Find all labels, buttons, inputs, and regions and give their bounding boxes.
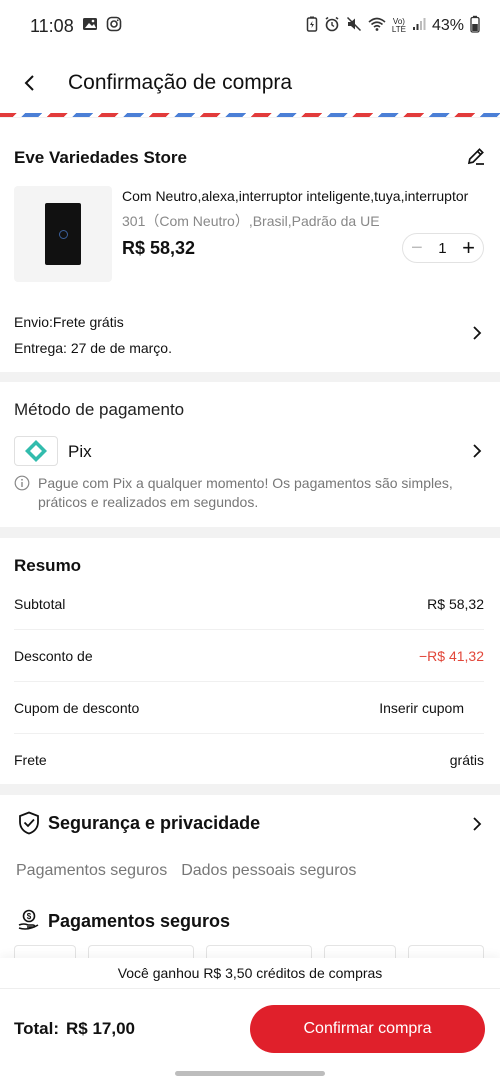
smart-switch-image: [45, 203, 81, 265]
quantity-decrease-button[interactable]: −: [411, 238, 423, 258]
quantity-value: 1: [438, 239, 447, 257]
alarm-icon: [324, 16, 340, 37]
header: Confirmação de compra: [0, 52, 500, 114]
secure-data-tag: Dados pessoais seguros: [181, 862, 357, 879]
confirm-purchase-button[interactable]: Confirmar compra: [250, 1005, 485, 1053]
shipping-fee-row: Frete grátis: [14, 734, 484, 786]
chevron-right-icon[interactable]: [472, 817, 482, 836]
summary-title: Resumo: [14, 556, 82, 575]
coupon-row[interactable]: Cupom de desconto Inserir cupom: [14, 682, 484, 734]
security-tags: Pagamentos seguros Dados pessoais seguro…: [16, 862, 356, 880]
delivery-date: Entrega: 27 de de março.: [14, 340, 172, 356]
discount-value: −R$ 41,32: [419, 647, 484, 664]
gallery-icon: [82, 16, 98, 37]
secure-payment-hand-icon: $: [18, 909, 40, 936]
status-time: 11:08: [30, 15, 74, 36]
volte-lte-icon: Vo) LTE: [392, 18, 406, 34]
pix-logo-icon: [14, 436, 58, 466]
quantity-stepper: − 1 +: [402, 233, 484, 263]
total-label: Total:: [14, 1019, 60, 1038]
coupon-label: Cupom de desconto: [14, 699, 140, 716]
home-indicator[interactable]: [175, 1071, 325, 1076]
product-title[interactable]: Com Neutro,alexa,interruptor inteligente…: [122, 188, 484, 204]
payment-method-title: Método de pagamento: [14, 400, 185, 419]
battery-icon: [470, 15, 480, 38]
insert-coupon-link[interactable]: Inserir cupom: [379, 700, 464, 716]
store-card: Eve Variedades Store Com Neutro,alexa,in…: [0, 118, 500, 372]
shipping-fee-value: grátis: [449, 752, 484, 768]
discount-label: Desconto de: [14, 647, 93, 664]
instagram-icon: [106, 16, 122, 37]
credits-text: Você ganhou R$ 3,50 créditos de compras: [117, 965, 383, 981]
status-left: 11:08: [30, 16, 122, 37]
product-price: R$ 58,32: [122, 238, 196, 258]
info-icon: [14, 475, 30, 496]
shipping-option-row[interactable]: Envio:Frete grátis Entrega: 27 de de mar…: [0, 306, 500, 364]
pix-info-text: Pague com Pix a qualquer momento! Os pag…: [38, 475, 453, 510]
security-title[interactable]: Segurança e privacidade: [48, 813, 260, 834]
signal-icon: [412, 17, 426, 36]
credits-banner: Você ganhou R$ 3,50 créditos de compras: [0, 958, 500, 988]
wifi-icon: [368, 16, 386, 37]
checkout-footer: Total: R$ 17,00 Confirmar compra: [0, 988, 500, 1083]
svg-text:$: $: [27, 912, 32, 921]
total-value: R$ 17,00: [66, 1019, 135, 1038]
page-title: Confirmação de compra: [68, 71, 293, 94]
pix-label: Pix: [68, 442, 92, 461]
status-bar: 11:08 Vo) LTE 43%: [0, 0, 500, 52]
payment-method-pix-row[interactable]: Pix: [0, 434, 500, 470]
secure-payments-title: Pagamentos seguros: [48, 911, 231, 931]
product-image[interactable]: [14, 186, 112, 282]
battery-saver-icon: [306, 16, 318, 37]
subtotal-value: R$ 58,32: [427, 595, 484, 612]
mute-icon: [346, 16, 362, 37]
battery-percent: 43%: [431, 17, 464, 34]
back-arrow-icon[interactable]: [0, 52, 60, 114]
shipping-label: Envio:Frete grátis: [14, 314, 124, 330]
network-label: LTE: [391, 25, 406, 34]
product-variant[interactable]: 301（Com Neutro）,Brasil,Padrão da UE: [122, 211, 380, 231]
shipping-fee-label: Frete: [14, 752, 47, 768]
subtotal-row: Subtotal R$ 58,32: [14, 578, 484, 630]
subtotal-label: Subtotal: [14, 595, 66, 612]
secure-payments-tag: Pagamentos seguros: [16, 862, 168, 879]
summary-card: Resumo Subtotal R$ 58,32 Desconto de −R$…: [0, 538, 500, 784]
airmail-border: [0, 113, 500, 117]
shield-check-icon: [18, 811, 40, 840]
discount-row: Desconto de −R$ 41,32: [14, 630, 484, 682]
store-name: Eve Variedades Store: [14, 148, 187, 167]
chevron-right-icon: [472, 444, 482, 463]
status-right: Vo) LTE 43%: [306, 15, 480, 38]
quantity-increase-button[interactable]: +: [462, 237, 475, 259]
payment-method-card: Método de pagamento Pix Pague com Pix a …: [0, 382, 500, 527]
chevron-right-icon: [472, 326, 482, 345]
edit-pencil-icon[interactable]: [466, 146, 486, 171]
